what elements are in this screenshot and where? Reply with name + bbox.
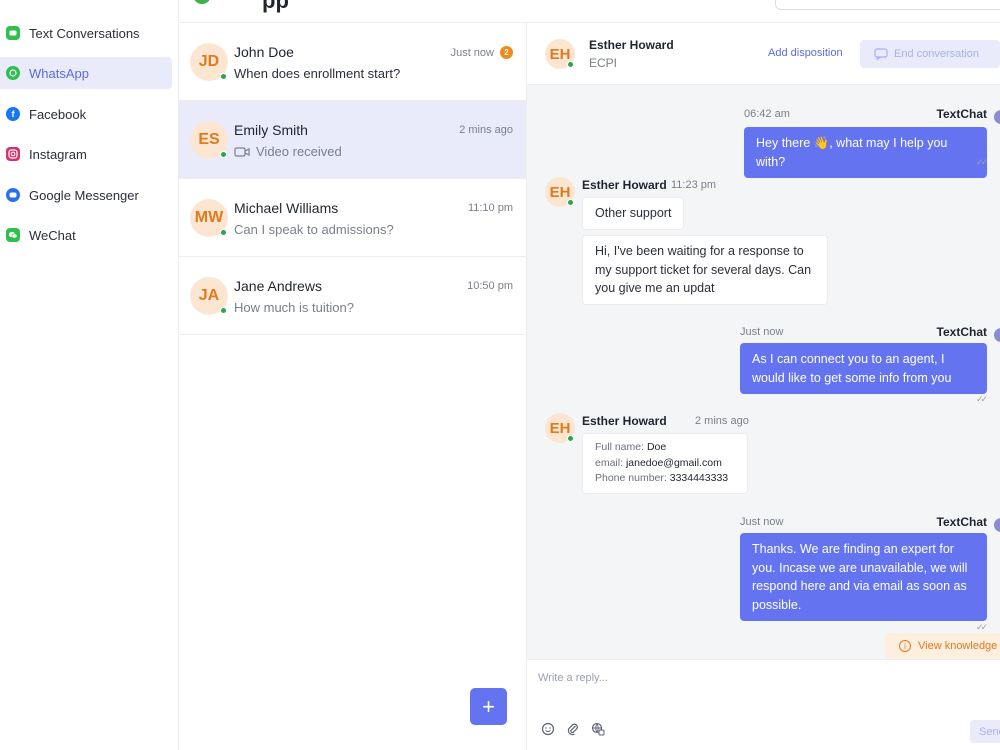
view-knowledge-button[interactable]: i View knowledge [885, 633, 1000, 659]
sidebar-item-label: Text Conversations [29, 25, 140, 41]
online-status-icon [220, 73, 227, 80]
sidebar-item-label: Google Messenger [29, 187, 139, 203]
agent-avatar [994, 518, 1000, 532]
wechat-icon [6, 228, 20, 242]
conversation-time: 2 mins ago [459, 124, 513, 136]
detail-row-full-name: Full name: Doe [595, 441, 667, 453]
conversation-name: Emily Smith [234, 122, 308, 138]
avatar: JA [190, 277, 228, 315]
online-status-icon [567, 61, 574, 68]
reply-composer: Send [527, 659, 1000, 750]
message-time: 06:42 am [744, 108, 790, 120]
conversation-item-emily-smith[interactable]: ES Emily Smith Video received 2 mins ago [179, 101, 526, 179]
new-conversation-button[interactable]: + [470, 688, 507, 725]
agent-avatar [994, 110, 1000, 124]
avatar: EH [545, 177, 575, 207]
sidebar-item-label: WhatsApp [29, 65, 89, 81]
add-disposition-link[interactable]: Add disposition [768, 47, 843, 59]
message-bubble: Hi, I've been waiting for a response to … [582, 235, 828, 305]
read-receipt-icon: ✓✓ [976, 157, 988, 167]
conversation-time: 11:10 pm [467, 202, 513, 214]
whatsapp-icon [6, 66, 20, 80]
message-sender: Esther Howard [582, 414, 667, 428]
avatar: JD [190, 43, 228, 81]
conversation-time: 10:50 pm [467, 280, 513, 292]
conversation-name: Jane Andrews [234, 278, 322, 294]
translate-icon[interactable] [591, 722, 605, 736]
message-time: Just now [740, 326, 784, 338]
sidebar-item-facebook[interactable]: f Facebook [0, 98, 172, 130]
online-status-icon [220, 151, 227, 158]
message-bubble: As I can connect you to an agent, I woul… [740, 343, 987, 394]
message-bubble: Thanks. We are finding an expert for you… [740, 533, 987, 621]
contact-details-card: Full name: Doe email: janedoe@gmail.com … [582, 433, 748, 494]
sidebar-item-google-messenger[interactable]: Google Messenger [0, 179, 172, 211]
unread-badge: 2 [500, 46, 513, 59]
message-sender: TextChat [936, 515, 987, 529]
read-receipt-icon: ✓✓ [976, 394, 988, 404]
online-status-icon [220, 307, 227, 314]
message-bubble: Other support [582, 197, 685, 230]
conversation-preview: Video received [234, 144, 342, 159]
avatar: MW [190, 199, 228, 237]
whatsapp-logo-icon [193, 0, 211, 4]
contact-name: Esther Howard [589, 38, 674, 52]
page-title: pp [262, 0, 289, 13]
attachment-icon[interactable] [566, 722, 580, 736]
conversation-preview: Can I speak to admissions? [234, 222, 394, 237]
sidebar-item-instagram[interactable]: Instagram [0, 138, 172, 170]
message-sender: Esther Howard [582, 178, 667, 192]
message-sender: TextChat [936, 107, 987, 121]
avatar: ES [190, 121, 228, 159]
reply-input[interactable] [538, 670, 938, 686]
message-sender: TextChat [936, 325, 987, 339]
google-messenger-icon [6, 188, 20, 202]
end-conversation-button[interactable]: End conversation [860, 40, 1000, 68]
conversation-name: Michael Williams [234, 200, 339, 216]
sidebar-item-label: Facebook [29, 106, 87, 122]
emoji-icon[interactable] [541, 722, 555, 736]
contact-organization: ECPI [589, 56, 618, 70]
chat-header: EH Esther Howard ECPI Add disposition En… [527, 23, 1000, 85]
chat-panel: EH Esther Howard ECPI Add disposition En… [527, 23, 1000, 750]
contact-avatar: EH [545, 39, 575, 69]
conversation-item-jane-andrews[interactable]: JA Jane Andrews How much is tuition? 10:… [179, 257, 526, 335]
search-input[interactable] [775, 0, 1000, 10]
detail-row-phone: Phone number: 3334443333 [595, 472, 729, 484]
online-status-icon [220, 229, 227, 236]
conversation-preview: When does enrollment start? [234, 66, 401, 81]
conversation-list: JD John Doe When does enrollment start? … [179, 23, 527, 750]
conversation-name: John Doe [234, 44, 294, 60]
conversation-time: Just now 2 [451, 46, 513, 59]
conversation-item-michael-williams[interactable]: MW Michael Williams Can I speak to admis… [179, 179, 526, 257]
chat-bubble-icon [874, 48, 888, 60]
detail-row-email: email: janedoe@gmail.com [595, 456, 722, 469]
sidebar-item-label: WeChat [29, 227, 76, 243]
video-icon [234, 146, 250, 157]
sidebar-item-whatsapp[interactable]: WhatsApp [0, 57, 172, 89]
sidebar: Text Conversations WhatsApp f Facebook I… [0, 0, 179, 750]
online-status-icon [567, 199, 574, 206]
read-receipt-icon: ✓✓ [976, 622, 988, 632]
message-time: 2 mins ago [695, 415, 749, 427]
send-button[interactable]: Send [970, 720, 1000, 743]
text-conversations-icon [6, 26, 20, 40]
conversation-preview: How much is tuition? [234, 300, 354, 315]
online-status-icon [567, 435, 574, 442]
avatar: EH [545, 413, 575, 443]
sidebar-item-wechat[interactable]: WeChat [0, 219, 172, 251]
sidebar-item-label: Instagram [29, 146, 87, 162]
conversation-item-john-doe[interactable]: JD John Doe When does enrollment start? … [179, 23, 526, 101]
facebook-icon: f [6, 107, 20, 121]
message-bubble: Hey there 👋, what may I help you with? [744, 127, 987, 178]
message-thread: 06:42 am TextChat Hey there 👋, what may … [527, 85, 1000, 659]
message-time: Just now [740, 516, 784, 528]
message-time: 11:23 pm [671, 179, 717, 191]
sidebar-item-text-conversations[interactable]: Text Conversations [0, 17, 172, 49]
info-icon: i [899, 640, 911, 652]
app-root: pp Text Conversations WhatsApp f Faceboo… [0, 0, 1000, 750]
instagram-icon [6, 147, 20, 161]
agent-avatar [994, 328, 1000, 342]
